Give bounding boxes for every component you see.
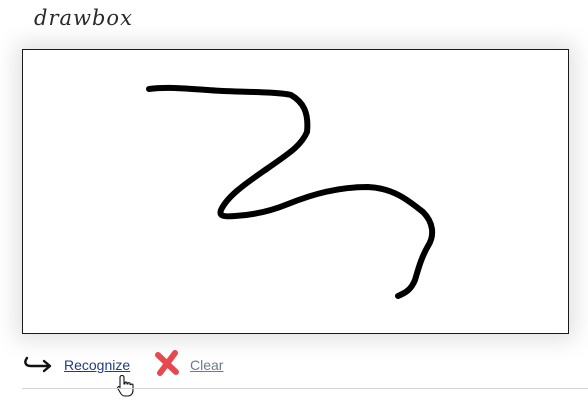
drawn-stroke (146, 84, 436, 299)
return-arrow-icon (22, 353, 56, 378)
app-title: drawbox (34, 6, 133, 30)
drawing-surface[interactable] (23, 50, 568, 333)
clear-link[interactable]: Clear (190, 357, 223, 373)
bottom-divider (22, 388, 588, 389)
drawbox-page: drawbox Recognize Clear (0, 0, 588, 406)
recognize-link[interactable]: Recognize (64, 357, 130, 373)
drawing-canvas[interactable] (22, 49, 569, 334)
action-toolbar: Recognize Clear (22, 348, 588, 383)
clear-action[interactable]: Clear (152, 348, 223, 383)
red-x-icon (152, 348, 182, 383)
recognize-action[interactable]: Recognize (22, 350, 130, 380)
